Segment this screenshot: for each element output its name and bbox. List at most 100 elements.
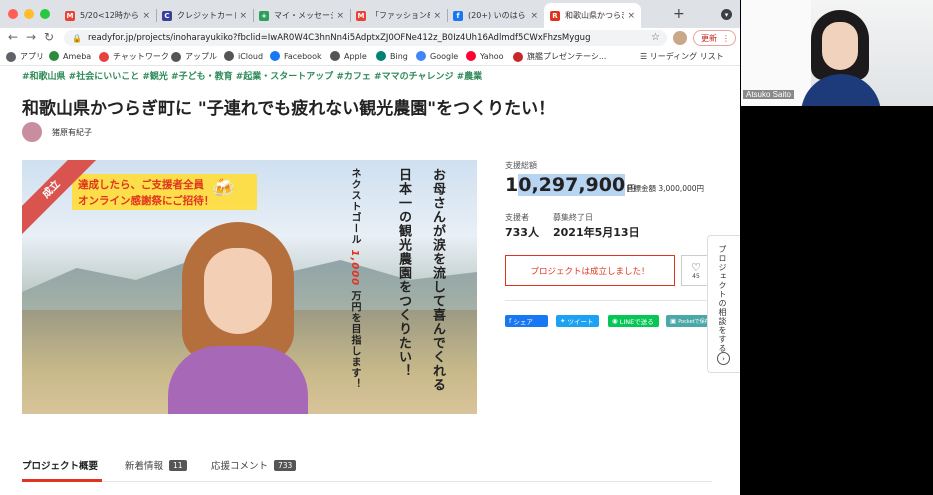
video-call-tile: Atsuko Saito — [741, 0, 933, 106]
facebook-icon — [270, 51, 280, 61]
bookmark-item[interactable]: Bing — [376, 51, 408, 61]
close-window-button[interactable] — [8, 9, 18, 19]
tab-overview[interactable]: プロジェクト概要 — [22, 458, 98, 472]
lock-icon: 🔒 — [72, 33, 82, 43]
tab-search-icon[interactable]: ▾ — [721, 9, 732, 20]
heart-icon: ♡ — [691, 260, 701, 274]
bookmark-item[interactable]: Google — [416, 51, 458, 61]
bookmark-item[interactable]: Ameba — [49, 51, 91, 61]
bookmark-item[interactable]: チャットワーク — [99, 51, 169, 62]
end-date: 2021年5月13日 — [553, 226, 640, 239]
close-tab-icon[interactable]: × — [142, 11, 150, 21]
project-tags[interactable]: #和歌山県 #社会にいいこと #観光 #子ども・教育 #起業・スタートアップ #… — [22, 69, 482, 82]
twitter-share-button[interactable]: ✦ ツイート — [556, 315, 599, 327]
amount-selected: 0,297,900 — [518, 174, 626, 196]
tab-comments-label: 応援コメント — [211, 461, 269, 472]
end-date-label: 募集終了日 — [553, 213, 593, 222]
bookmark-item[interactable]: アプリ — [6, 51, 44, 62]
browser-tab[interactable]: M 「ファッション&ビ× — [350, 3, 447, 28]
back-arrow-icon[interactable]: ← — [8, 30, 18, 44]
reading-list-button[interactable]: ☰ リーディング リスト — [640, 51, 724, 62]
bookmark-item[interactable]: Yahoo — [466, 51, 504, 61]
screen: M5/20<12時から>#×Cクレジットカード決×+マイ・メッセージ20×M「フ… — [0, 0, 933, 495]
project-owner[interactable]: 猪原有紀子 — [22, 122, 92, 142]
supporters-count: 733人 — [505, 226, 539, 239]
close-tab-icon[interactable]: × — [336, 11, 344, 21]
pocket-save-label: Pocketで保存 — [678, 318, 710, 325]
close-tab-icon[interactable]: × — [239, 11, 247, 21]
bookmark-item[interactable]: iCloud — [224, 51, 263, 61]
next-goal-amount: 1,000 — [349, 249, 360, 287]
bookmark-item[interactable]: Apple — [330, 51, 367, 61]
close-tab-icon[interactable]: × — [530, 11, 538, 21]
close-tab-icon[interactable]: × — [627, 11, 635, 21]
project-stats: 支援総額 10,297,900 円 目標金額 3,000,000円 支援者 733… — [505, 160, 735, 327]
tab-bar: M5/20<12時から>#×Cクレジットカード決×+マイ・メッセージ20×M「フ… — [0, 0, 740, 28]
forward-arrow-icon[interactable]: → — [26, 30, 36, 44]
hero-copy-3: ネクストゴール 1,000 万円を目指します！ — [347, 168, 362, 390]
tab-news-label: 新着情報 — [125, 461, 164, 472]
reload-icon[interactable]: ↻ — [44, 30, 54, 44]
apple-icon — [330, 51, 340, 61]
line-share-label: LINEで送る — [619, 318, 654, 326]
bookmark-label: Bing — [390, 51, 408, 61]
tab-news[interactable]: 新着情報 11 — [125, 458, 187, 472]
participant-body — [801, 74, 881, 106]
chatwork-icon — [99, 51, 109, 62]
minimize-window-button[interactable] — [24, 9, 34, 19]
facebook-share-button[interactable]: f シェア — [505, 315, 548, 327]
pocket-save-button[interactable]: ▣ Pocketで保存 — [666, 315, 711, 327]
next-goal-label: ネクストゴール — [349, 168, 360, 245]
bookmark-label: チャットワーク — [113, 52, 169, 61]
presentation-icon — [513, 51, 523, 62]
url-text: readyfor.jp/projects/inoharayukiko?fbcli… — [87, 33, 591, 43]
address-bar[interactable]: 🔒 readyfor.jp/projects/inoharayukiko?fbc… — [64, 30, 667, 46]
consult-label: プロジェクトの相談をする — [718, 245, 727, 353]
hero-image: 達成したら、ご支援者全員 オンライン感謝祭にご招待！ 🍻 成立 お母さんが涙を流… — [22, 160, 477, 414]
readyfor-icon: R — [550, 10, 560, 21]
next-goal-suffix: 万円を目指します！ — [349, 290, 360, 390]
total-amount: 10,297,900 円 — [505, 174, 635, 196]
bookmark-star-icon[interactable]: ☆ — [651, 32, 660, 43]
project-success-button[interactable]: プロジェクトは成立しました！ — [505, 255, 675, 286]
browser-tab-label: マイ・メッセージ20 — [274, 11, 333, 20]
active-tab-indicator — [22, 479, 102, 482]
page-title: 和歌山県かつらぎ町に "子連れでも疲れない観光農園"をつくりたい！ — [22, 99, 556, 119]
yahoo-icon — [466, 51, 476, 61]
tab-comments[interactable]: 応援コメント 733 — [211, 458, 297, 472]
bookmark-label: アプリ — [20, 52, 44, 61]
line-share-button[interactable]: ◉ LINEで送る — [608, 315, 659, 327]
bookmark-item[interactable]: 旗艦プレゼンテーシ... — [513, 51, 606, 62]
browser-tab[interactable]: + マイ・メッセージ20× — [253, 3, 350, 28]
browser-tab[interactable]: R 和歌山県かつらぎ町× — [544, 3, 641, 28]
browser-tab[interactable]: f (20+) いのはら ゆ× — [447, 3, 544, 28]
hero-copy-2: 日本一の観光農園をつくりたい！ — [396, 168, 411, 378]
twitter-icon: ✦ — [560, 317, 568, 325]
bookmark-label: Yahoo — [480, 51, 504, 61]
bookmark-item[interactable]: Facebook — [270, 51, 322, 61]
update-button[interactable]: 更新 ⋮ — [693, 30, 736, 46]
ameba-icon — [49, 51, 59, 61]
new-tab-button[interactable]: + — [673, 6, 685, 22]
beer-mug-icon: 🍻 — [212, 178, 235, 199]
news-count-badge: 11 — [169, 459, 187, 471]
browser-tab[interactable]: M 5/20<12時から>#× — [59, 3, 156, 28]
owner-photo — [168, 222, 308, 414]
browser-tab[interactable]: C クレジットカード決× — [156, 3, 253, 28]
apple-icon — [224, 51, 234, 61]
participant-name: Atsuko Saito — [743, 90, 794, 99]
bookmark-label: Facebook — [284, 51, 322, 61]
banner-line-2: オンライン感謝祭にご招待！ — [78, 195, 215, 207]
profile-avatar[interactable] — [673, 31, 687, 45]
divider — [505, 300, 735, 301]
reading-list-label: リーディング リスト — [649, 52, 724, 61]
bookmark-item[interactable]: アップル — [171, 51, 217, 62]
consult-floating-tab[interactable]: プロジェクトの相談をする › — [707, 235, 740, 373]
bookmark-label: 旗艦プレゼンテーシ... — [527, 52, 607, 61]
participant-face — [822, 22, 858, 70]
menu-dots-icon: ⋮ — [722, 33, 730, 43]
total-label: 支援総額 — [505, 161, 537, 170]
maximize-window-button[interactable] — [40, 9, 50, 19]
facebook-icon: f — [453, 10, 463, 21]
close-tab-icon[interactable]: × — [433, 11, 441, 21]
